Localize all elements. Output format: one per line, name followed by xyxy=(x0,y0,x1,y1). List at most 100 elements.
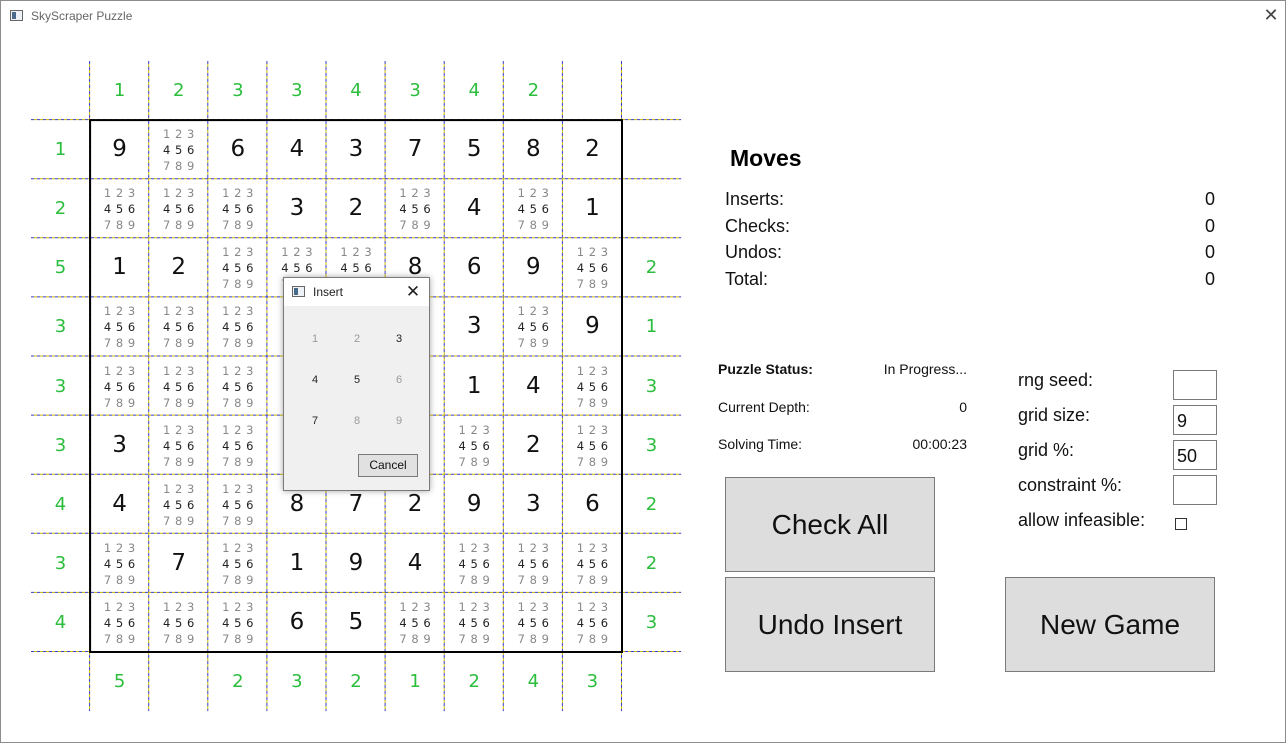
puzzle-cell[interactable]: 2 xyxy=(504,416,563,475)
grid-size-input[interactable] xyxy=(1173,405,1217,435)
puzzle-cell[interactable]: 123456789 xyxy=(208,534,267,593)
puzzle-cell[interactable]: 123456789 xyxy=(149,593,208,652)
grid-percent-input[interactable] xyxy=(1173,440,1217,470)
puzzle-cell[interactable]: 123456789 xyxy=(445,534,504,593)
puzzle-cell[interactable]: 6 xyxy=(445,238,504,297)
puzzle-cell[interactable]: 9 xyxy=(90,120,149,179)
rng-seed-input[interactable] xyxy=(1173,370,1217,400)
puzzle-cell[interactable]: 123456789 xyxy=(563,238,622,297)
puzzle-cell[interactable]: 8 xyxy=(504,120,563,179)
puzzle-cell[interactable]: 123456789 xyxy=(90,534,149,593)
candidate-digit: 1 xyxy=(222,363,230,378)
puzzle-cell[interactable]: 123456789 xyxy=(149,297,208,356)
insert-number-5-button[interactable]: 5 xyxy=(342,365,372,395)
puzzle-cell[interactable]: 123456789 xyxy=(90,179,149,238)
close-icon[interactable]: ✕ xyxy=(1259,5,1283,27)
puzzle-cell[interactable]: 123456789 xyxy=(149,179,208,238)
candidate-digit: 1 xyxy=(222,599,230,614)
undo-insert-button[interactable]: Undo Insert xyxy=(725,577,935,672)
puzzle-cell[interactable]: 123456789 xyxy=(504,297,563,356)
puzzle-status-label: Puzzle Status: xyxy=(718,361,813,377)
puzzle-cell[interactable]: 1 xyxy=(563,179,622,238)
allow-infeasible-checkbox[interactable] xyxy=(1175,518,1187,530)
candidate-digit: 3 xyxy=(600,422,609,437)
puzzle-cell[interactable]: 123456789 xyxy=(149,357,208,416)
puzzle-cell[interactable]: 5 xyxy=(327,593,386,652)
puzzle-cell[interactable]: 1 xyxy=(445,357,504,416)
puzzle-cell[interactable]: 123456789 xyxy=(563,534,622,593)
puzzle-cell[interactable]: 4 xyxy=(90,475,149,534)
puzzle-cell[interactable]: 3 xyxy=(327,120,386,179)
candidate-digit: 4 xyxy=(340,261,348,276)
candidate-digit: 3 xyxy=(127,599,136,614)
puzzle-cell[interactable]: 1 xyxy=(90,238,149,297)
candidate-notes: 123456789 xyxy=(90,297,149,351)
insert-number-8-button[interactable]: 8 xyxy=(342,406,372,436)
insert-number-3-button[interactable]: 3 xyxy=(384,324,414,354)
puzzle-cell[interactable]: 4 xyxy=(504,357,563,416)
constraint-percent-input[interactable] xyxy=(1173,475,1217,505)
puzzle-cell[interactable]: 123456789 xyxy=(149,416,208,475)
puzzle-cell[interactable]: 4 xyxy=(267,120,326,179)
candidate-digit: 7 xyxy=(458,572,466,587)
candidate-digit: 3 xyxy=(246,245,254,260)
puzzle-cell[interactable]: 123456789 xyxy=(90,593,149,652)
puzzle-cell[interactable]: 123456789 xyxy=(208,593,267,652)
puzzle-cell[interactable]: 9 xyxy=(445,475,504,534)
puzzle-cell[interactable]: 123456789 xyxy=(563,593,622,652)
puzzle-cell[interactable]: 7 xyxy=(149,534,208,593)
puzzle-cell[interactable]: 123456789 xyxy=(208,416,267,475)
puzzle-cell[interactable]: 2 xyxy=(149,238,208,297)
puzzle-cell[interactable]: 123456789 xyxy=(504,179,563,238)
puzzle-cell[interactable]: 123456789 xyxy=(90,357,149,416)
puzzle-cell[interactable]: 5 xyxy=(445,120,504,179)
puzzle-cell[interactable]: 123456789 xyxy=(208,357,267,416)
cancel-button[interactable]: Cancel xyxy=(358,454,418,477)
insert-number-2-button[interactable]: 2 xyxy=(342,324,372,354)
new-game-button[interactable]: New Game xyxy=(1005,577,1215,672)
puzzle-cell[interactable]: 3 xyxy=(504,475,563,534)
puzzle-cell[interactable]: 6 xyxy=(563,475,622,534)
puzzle-cell[interactable]: 7 xyxy=(386,120,445,179)
puzzle-cell[interactable]: 123456789 xyxy=(563,416,622,475)
puzzle-cell[interactable]: 123456789 xyxy=(445,416,504,475)
puzzle-cell[interactable]: 123456789 xyxy=(386,593,445,652)
puzzle-cell[interactable]: 123456789 xyxy=(504,534,563,593)
puzzle-cell[interactable]: 2 xyxy=(327,179,386,238)
puzzle-cell[interactable]: 123456789 xyxy=(90,297,149,356)
puzzle-cell[interactable]: 2 xyxy=(563,120,622,179)
insert-number-6-button[interactable]: 6 xyxy=(384,365,414,395)
dialog-close-icon[interactable]: ✕ xyxy=(402,281,424,303)
puzzle-cell[interactable]: 4 xyxy=(386,534,445,593)
insert-number-1-button[interactable]: 1 xyxy=(300,324,330,354)
puzzle-cell[interactable]: 6 xyxy=(267,593,326,652)
check-all-button[interactable]: Check All xyxy=(725,477,935,572)
puzzle-cell[interactable]: 123456789 xyxy=(445,593,504,652)
puzzle-cell[interactable]: 4 xyxy=(445,179,504,238)
candidate-notes: 123456789 xyxy=(563,357,622,411)
puzzle-cell[interactable]: 123456789 xyxy=(386,179,445,238)
puzzle-cell[interactable]: 3 xyxy=(267,179,326,238)
puzzle-cell[interactable]: 1 xyxy=(267,534,326,593)
puzzle-cell[interactable]: 123456789 xyxy=(208,475,267,534)
puzzle-cell[interactable]: 123456789 xyxy=(208,238,267,297)
candidate-digit: 2 xyxy=(529,540,537,555)
insert-number-9-button[interactable]: 9 xyxy=(384,406,414,436)
puzzle-cell[interactable]: 123456789 xyxy=(208,297,267,356)
puzzle-cell[interactable]: 123456789 xyxy=(149,475,208,534)
candidate-digit: 2 xyxy=(588,422,597,437)
puzzle-cell[interactable]: 3 xyxy=(445,297,504,356)
candidate-digit: 7 xyxy=(103,395,112,410)
insert-number-4-button[interactable]: 4 xyxy=(300,365,330,395)
insert-number-7-button[interactable]: 7 xyxy=(300,406,330,436)
puzzle-cell[interactable]: 9 xyxy=(504,238,563,297)
puzzle-cell[interactable]: 3 xyxy=(90,416,149,475)
candidate-digit: 4 xyxy=(103,202,112,217)
puzzle-cell[interactable]: 9 xyxy=(563,297,622,356)
puzzle-cell[interactable]: 123456789 xyxy=(208,179,267,238)
puzzle-cell[interactable]: 123456789 xyxy=(504,593,563,652)
puzzle-cell[interactable]: 6 xyxy=(208,120,267,179)
puzzle-cell[interactable]: 123456789 xyxy=(563,357,622,416)
puzzle-cell[interactable]: 9 xyxy=(327,534,386,593)
puzzle-cell[interactable]: 123456789 xyxy=(149,120,208,179)
